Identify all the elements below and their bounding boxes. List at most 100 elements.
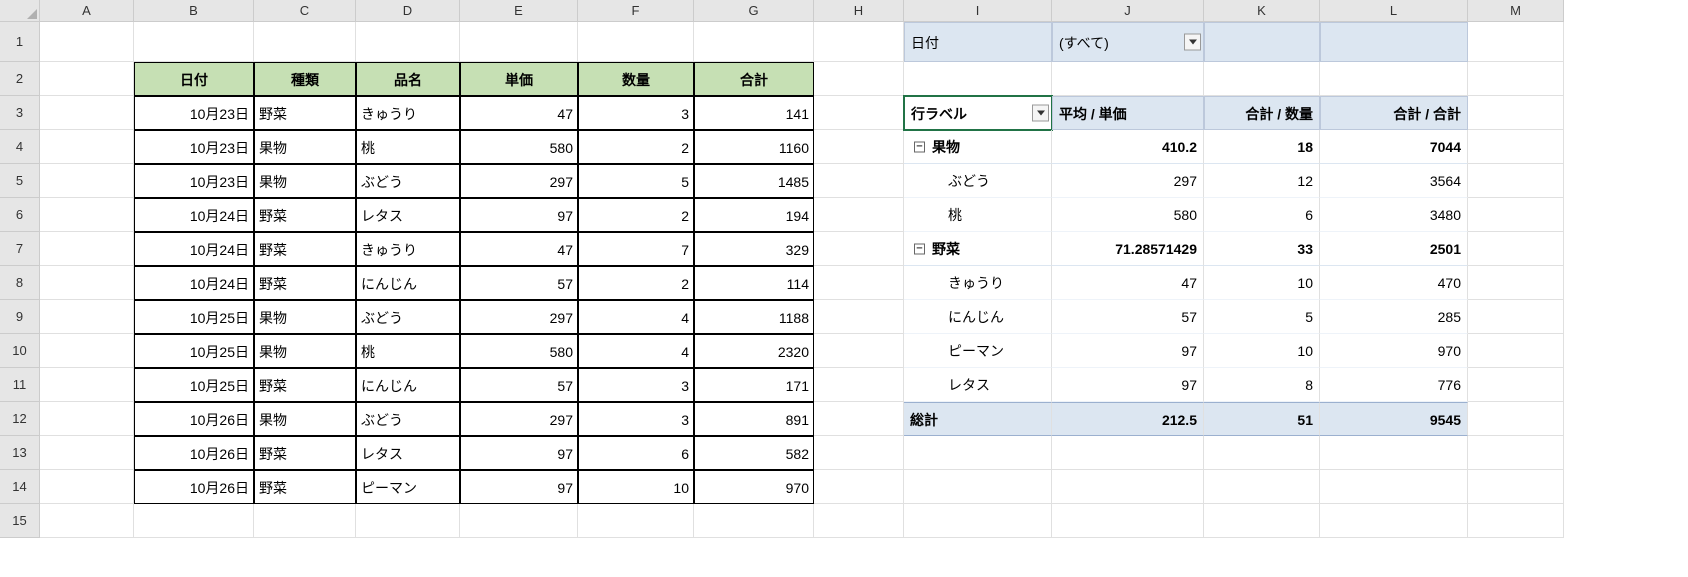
cell-G3[interactable]: 141 — [694, 96, 814, 130]
cell-F12[interactable]: 3 — [578, 402, 694, 436]
select-all-corner[interactable] — [0, 0, 40, 22]
cell-L15[interactable] — [1320, 504, 1468, 538]
cell-K2[interactable] — [1204, 62, 1320, 96]
cell-C5[interactable]: 果物 — [254, 164, 356, 198]
pivot-col-total[interactable]: 合計 / 合計 — [1320, 96, 1468, 130]
cell-L9[interactable]: 285 — [1320, 300, 1468, 334]
cell-L4[interactable]: 7044 — [1320, 130, 1468, 164]
cell-H8[interactable] — [814, 266, 904, 300]
cell-A5[interactable] — [40, 164, 134, 198]
cell-J8[interactable]: 47 — [1052, 266, 1204, 300]
cell-E12[interactable]: 297 — [460, 402, 578, 436]
cell-J11[interactable]: 97 — [1052, 368, 1204, 402]
cell-I4[interactable]: −果物 — [904, 130, 1052, 164]
cell-B10[interactable]: 10月25日 — [134, 334, 254, 368]
col-header-M[interactable]: M — [1468, 0, 1564, 22]
collapse-toggle[interactable]: − — [914, 141, 925, 152]
row-header-6[interactable]: 6 — [0, 198, 40, 232]
cell-G1[interactable] — [694, 22, 814, 62]
col-header-A[interactable]: A — [40, 0, 134, 22]
cell-G7[interactable]: 329 — [694, 232, 814, 266]
row-header-15[interactable]: 15 — [0, 504, 40, 538]
cell-I13[interactable] — [904, 436, 1052, 470]
cell-F8[interactable]: 2 — [578, 266, 694, 300]
cell-F4[interactable]: 2 — [578, 130, 694, 164]
cell-C2[interactable]: 種類 — [254, 62, 356, 96]
cell-K13[interactable] — [1204, 436, 1320, 470]
cell-I3[interactable]: 行ラベル — [904, 96, 1052, 130]
cell-M7[interactable] — [1468, 232, 1564, 266]
cell-L5[interactable]: 3564 — [1320, 164, 1468, 198]
cell-I7[interactable]: −野菜 — [904, 232, 1052, 266]
cell-A4[interactable] — [40, 130, 134, 164]
cell-A14[interactable] — [40, 470, 134, 504]
cell-K7[interactable]: 33 — [1204, 232, 1320, 266]
col-header-H[interactable]: H — [814, 0, 904, 22]
cell-C15[interactable] — [254, 504, 356, 538]
cell-I14[interactable] — [904, 470, 1052, 504]
cell-G14[interactable]: 970 — [694, 470, 814, 504]
cell-J6[interactable]: 580 — [1052, 198, 1204, 232]
cell-H15[interactable] — [814, 504, 904, 538]
cell-H13[interactable] — [814, 436, 904, 470]
cell-J9[interactable]: 57 — [1052, 300, 1204, 334]
cell-D1[interactable] — [356, 22, 460, 62]
cell-B12[interactable]: 10月26日 — [134, 402, 254, 436]
cell-J7[interactable]: 71.28571429 — [1052, 232, 1204, 266]
cell-D6[interactable]: レタス — [356, 198, 460, 232]
cell-A15[interactable] — [40, 504, 134, 538]
pivot-row-dropdown[interactable] — [1032, 105, 1049, 122]
cell-H4[interactable] — [814, 130, 904, 164]
cell-C3[interactable]: 野菜 — [254, 96, 356, 130]
cell-D15[interactable] — [356, 504, 460, 538]
row-header-14[interactable]: 14 — [0, 470, 40, 504]
cell-H2[interactable] — [814, 62, 904, 96]
cell-I2[interactable] — [904, 62, 1052, 96]
col-header-C[interactable]: C — [254, 0, 356, 22]
cell-F15[interactable] — [578, 504, 694, 538]
cell-C12[interactable]: 果物 — [254, 402, 356, 436]
cell-E11[interactable]: 57 — [460, 368, 578, 402]
cell-K4[interactable]: 18 — [1204, 130, 1320, 164]
pivot-item-name[interactable]: にんじん — [904, 300, 1052, 334]
cell-M15[interactable] — [1468, 504, 1564, 538]
col-header-K[interactable]: K — [1204, 0, 1320, 22]
cell-C10[interactable]: 果物 — [254, 334, 356, 368]
cell-H5[interactable] — [814, 164, 904, 198]
cell-G9[interactable]: 1188 — [694, 300, 814, 334]
cell-F2[interactable]: 数量 — [578, 62, 694, 96]
cell-L13[interactable] — [1320, 436, 1468, 470]
row-header-13[interactable]: 13 — [0, 436, 40, 470]
cell-K10[interactable]: 10 — [1204, 334, 1320, 368]
pivot-grand-total-qty[interactable]: 51 — [1204, 402, 1320, 436]
cell-A12[interactable] — [40, 402, 134, 436]
cell-B3[interactable]: 10月23日 — [134, 96, 254, 130]
cell-K6[interactable]: 6 — [1204, 198, 1320, 232]
cell-F11[interactable]: 3 — [578, 368, 694, 402]
cell-G10[interactable]: 2320 — [694, 334, 814, 368]
cell-A8[interactable] — [40, 266, 134, 300]
cell-B8[interactable]: 10月24日 — [134, 266, 254, 300]
cell-B7[interactable]: 10月24日 — [134, 232, 254, 266]
cell-F10[interactable]: 4 — [578, 334, 694, 368]
cell-M14[interactable] — [1468, 470, 1564, 504]
row-header-12[interactable]: 12 — [0, 402, 40, 436]
row-header-11[interactable]: 11 — [0, 368, 40, 402]
pivot-item-name[interactable]: ピーマン — [904, 334, 1052, 368]
pivot-col-qty[interactable]: 合計 / 数量 — [1204, 96, 1320, 130]
cell-B13[interactable]: 10月26日 — [134, 436, 254, 470]
cell-M6[interactable] — [1468, 198, 1564, 232]
cell-K9[interactable]: 5 — [1204, 300, 1320, 334]
cell-F6[interactable]: 2 — [578, 198, 694, 232]
cell-G4[interactable]: 1160 — [694, 130, 814, 164]
cell-C4[interactable]: 果物 — [254, 130, 356, 164]
cell-E4[interactable]: 580 — [460, 130, 578, 164]
cell-M5[interactable] — [1468, 164, 1564, 198]
cell-B11[interactable]: 10月25日 — [134, 368, 254, 402]
cell-E15[interactable] — [460, 504, 578, 538]
col-header-G[interactable]: G — [694, 0, 814, 22]
row-header-8[interactable]: 8 — [0, 266, 40, 300]
cell-A2[interactable] — [40, 62, 134, 96]
cell-M1[interactable] — [1468, 22, 1564, 62]
cell-E14[interactable]: 97 — [460, 470, 578, 504]
